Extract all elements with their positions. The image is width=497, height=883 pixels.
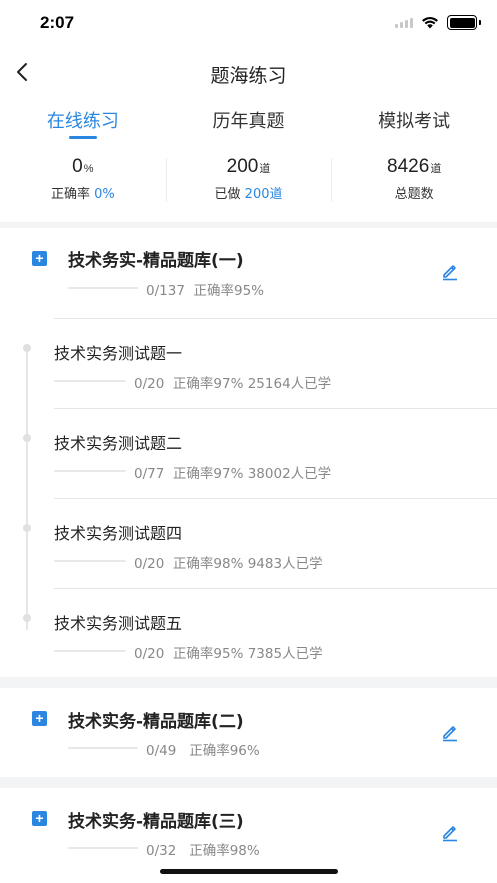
sub-item-progress: 0/20 (134, 646, 165, 662)
page-title: 题海练习 (210, 65, 287, 87)
stats-panel: 0% 正确率 0% 200道 已做 200道 8426道 总题数 (0, 142, 497, 222)
stat-label: 已做 (214, 187, 241, 202)
stat-unit: 道 (259, 163, 271, 175)
stat-label: 正确率 (50, 187, 90, 202)
progress-bar (68, 747, 138, 749)
progress-bar (68, 287, 138, 289)
tab-bar: 在线练习 历年真题 模拟考试 (0, 98, 497, 142)
bank-progress: 0/32 (146, 843, 177, 859)
stat-value: 8426 (387, 156, 430, 177)
sub-item-progress: 0/20 (134, 376, 165, 392)
timeline-dot (23, 614, 31, 622)
bank-progress: 0/49 (146, 743, 177, 759)
progress-bar (68, 847, 138, 849)
sub-item-title: 技术实务测试题五 (54, 614, 183, 633)
status-time: 2:07 (40, 13, 75, 32)
stat-label-value: 200道 (244, 187, 283, 202)
tab-active-indicator (68, 136, 97, 139)
sub-item-progress: 0/77 (134, 466, 165, 482)
sub-item[interactable]: 技术实务测试题四 0/20 正确率98% 9483人已学 (54, 498, 497, 588)
wifi-icon (422, 16, 438, 29)
sub-item-meta: 0/20 正确率97% 25164人已学 (134, 372, 331, 392)
progress-bar (54, 380, 126, 382)
sub-item[interactable]: 技术实务测试题一 0/20 正确率97% 25164人已学 (54, 318, 497, 408)
pencil-icon[interactable] (440, 261, 460, 281)
stat-value: 200 (226, 156, 259, 177)
stat-label: 总题数 (394, 187, 434, 202)
tab-mock-exam[interactable]: 模拟考试 (331, 98, 497, 142)
bank-progress: 0/137 (146, 283, 185, 299)
question-bank-card[interactable]: + 技术实务-精品题库(二) 0/49 正确率96% (0, 688, 497, 777)
question-bank-card: + 技术务实-精品题库(一) 0/137 正确率95% 技术实务测试题一 0/2… (0, 228, 497, 677)
tab-label: 在线练习 (46, 111, 119, 132)
question-bank-title: 技术实务-精品题库(三) (68, 812, 244, 832)
sub-item[interactable]: 技术实务测试题五 0/20 正确率95% 7385人已学 (54, 588, 497, 678)
tab-label: 模拟考试 (378, 111, 451, 132)
sub-item-title: 技术实务测试题一 (54, 344, 183, 363)
sub-item-meta: 0/20 正确率98% 9483人已学 (134, 552, 323, 572)
bank-accuracy: 正确率95% (193, 283, 265, 299)
tab-label: 历年真题 (212, 111, 285, 132)
progress-bar (54, 650, 126, 652)
sub-item[interactable]: 技术实务测试题二 0/77 正确率97% 38002人已学 (54, 408, 497, 498)
pencil-icon[interactable] (440, 722, 460, 742)
bank-accuracy: 正确率98% (189, 843, 260, 859)
status-icons (395, 15, 481, 30)
tab-past-exams[interactable]: 历年真题 (166, 98, 332, 142)
status-bar: 2:07 (0, 0, 497, 46)
stat-done: 200道 已做 200道 (165, 142, 332, 222)
cellular-signal-icon (395, 17, 413, 28)
sub-item-progress: 0/20 (134, 556, 165, 572)
timeline-dot (23, 434, 31, 442)
question-bank-meta: 0/137 正确率95% (146, 279, 264, 299)
plus-square-icon[interactable]: + (32, 251, 47, 266)
sub-item-info: 正确率98% 9483人已学 (172, 556, 323, 572)
home-indicator[interactable] (160, 869, 338, 874)
sub-item-meta: 0/20 正确率95% 7385人已学 (134, 642, 323, 662)
sub-item-info: 正确率97% 25164人已学 (172, 376, 332, 392)
sub-item-info: 正确率97% 38002人已学 (172, 466, 332, 482)
stat-unit: 道 (430, 163, 442, 175)
stat-total: 8426道 总题数 (331, 142, 497, 222)
question-bank-title: 技术实务-精品题库(二) (68, 712, 244, 732)
timeline-dot (23, 344, 31, 352)
stat-label-value: 0% (94, 187, 115, 202)
stat-accuracy: 0% 正确率 0% (0, 142, 166, 222)
question-bank-meta: 0/49 正确率96% (146, 739, 260, 759)
timeline-dot (23, 524, 31, 532)
stat-value: 0 (72, 156, 83, 177)
sub-item-title: 技术实务测试题四 (54, 524, 183, 543)
plus-square-icon[interactable]: + (32, 811, 47, 826)
bank-accuracy: 正确率96% (189, 743, 260, 759)
progress-bar (54, 560, 126, 562)
tab-online-practice[interactable]: 在线练习 (0, 98, 166, 142)
nav-bar: 题海练习 (0, 46, 497, 98)
battery-icon (447, 15, 481, 30)
sub-item-info: 正确率95% 7385人已学 (172, 646, 323, 662)
plus-square-icon[interactable]: + (32, 711, 47, 726)
question-bank-title: 技术务实-精品题库(一) (68, 251, 244, 271)
sub-list: 技术实务测试题一 0/20 正确率97% 25164人已学 技术实务测试题二 0… (0, 318, 497, 678)
stat-unit: % (83, 163, 94, 175)
timeline-line (26, 348, 28, 630)
progress-bar (54, 470, 126, 472)
pencil-icon[interactable] (440, 822, 460, 842)
sub-item-meta: 0/77 正确率97% 38002人已学 (134, 462, 331, 482)
question-bank-header[interactable]: + 技术务实-精品题库(一) 0/137 正确率95% (0, 228, 497, 318)
sub-item-title: 技术实务测试题二 (54, 434, 183, 453)
question-bank-meta: 0/32 正确率98% (146, 839, 260, 859)
